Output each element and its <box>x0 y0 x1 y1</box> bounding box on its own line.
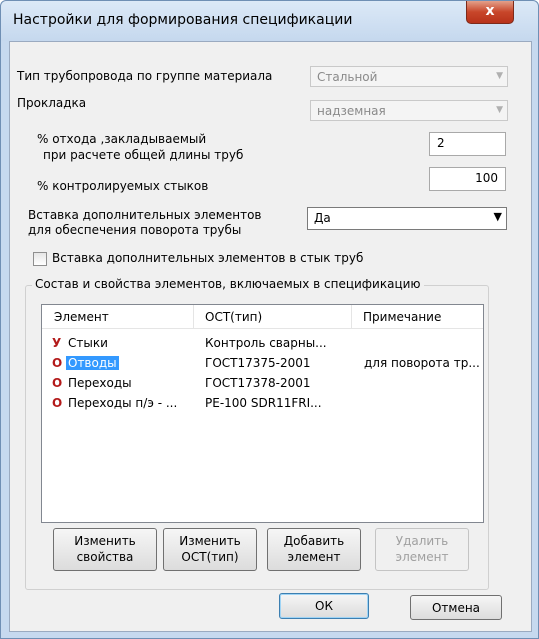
element-icon: У <box>52 336 62 350</box>
button-line: элемент <box>395 550 449 564</box>
button-line: ОСТ(тип) <box>181 550 239 564</box>
ok-button[interactable]: ОК <box>279 593 369 619</box>
element-ost: Контроль сварны... <box>205 336 327 350</box>
list-item[interactable]: O Переходы ГОСТ17378-2001 <box>42 374 483 393</box>
column-divider[interactable] <box>193 305 194 328</box>
insert-label-line2: для обеспечения поворота трубы <box>28 223 242 237</box>
chevron-down-icon: ▼ <box>496 105 503 115</box>
button-line: Удалить <box>395 534 449 548</box>
edit-ost-button[interactable]: Изменить ОСТ(тип) <box>163 528 257 571</box>
insert-elements-select[interactable]: Да ▼ <box>307 207 507 230</box>
waste-label-line1: % отхода ,закладываемый <box>37 132 207 146</box>
delete-element-button[interactable]: Удалить элемент <box>375 528 469 571</box>
column-divider[interactable] <box>351 305 352 328</box>
elements-group-legend: Состав и свойства элементов, включаемых … <box>32 277 424 291</box>
list-item[interactable]: У Стыки Контроль сварны... <box>42 334 483 353</box>
element-ost: ГОСТ17378-2001 <box>205 376 311 390</box>
pipe-type-label: Тип трубопровода по группе материала <box>17 69 273 83</box>
insert-value: Да <box>314 211 331 225</box>
pipe-type-combo: Стальной ▼ <box>310 66 508 87</box>
add-element-button[interactable]: Добавить элемент <box>267 528 361 571</box>
joints-label: % контролируемых стыков <box>37 179 209 193</box>
element-icon: O <box>52 356 63 370</box>
list-item[interactable]: O Отводы ГОСТ17375-2001 для поворота тр.… <box>42 354 483 373</box>
button-line: Изменить <box>179 534 241 548</box>
laying-combo: надземная ▼ <box>310 100 508 121</box>
element-name: Переходы <box>68 376 132 390</box>
joints-percent-input[interactable]: 100 <box>429 167 506 191</box>
column-header-note[interactable]: Примечание <box>363 310 441 324</box>
chevron-down-icon: ▼ <box>493 210 502 223</box>
laying-label: Прокладка <box>17 96 87 110</box>
button-line: элемент <box>287 550 341 564</box>
element-note: для поворота тр... <box>364 356 480 370</box>
close-button[interactable]: x <box>466 1 514 24</box>
column-header-ost[interactable]: ОСТ(тип) <box>205 310 262 324</box>
edit-properties-button[interactable]: Изменить свойства <box>53 528 157 571</box>
column-header-element[interactable]: Элемент <box>54 310 109 324</box>
insert-label-line1: Вставка дополнительных элементов <box>28 208 262 222</box>
insert-in-joint-checkbox[interactable] <box>33 252 47 266</box>
list-item[interactable]: O Переходы п/э - ... PE-100 SDR11FRI... <box>42 394 483 413</box>
insert-in-joint-label: Вставка дополнительных элементов в стык … <box>52 251 364 265</box>
list-header: Элемент ОСТ(тип) Примечание <box>42 305 483 329</box>
dialog-title: Настройки для формирования спецификации <box>13 12 353 28</box>
element-ost: ГОСТ17375-2001 <box>205 356 311 370</box>
pipe-type-value: Стальной <box>317 70 378 84</box>
waste-label-line2: при расчете общей длины труб <box>43 148 244 162</box>
waste-percent-input[interactable]: 2 <box>429 132 506 156</box>
element-ost: PE-100 SDR11FRI... <box>205 396 322 410</box>
element-name: Переходы п/э - ... <box>68 396 178 410</box>
cancel-button[interactable]: Отмена <box>410 595 502 620</box>
button-line: Добавить <box>283 534 345 548</box>
element-name: Стыки <box>68 336 108 350</box>
dialog-window: Настройки для формирования спецификации … <box>0 0 539 639</box>
title-bar[interactable]: Настройки для формирования спецификации … <box>1 1 538 41</box>
element-icon: O <box>52 396 63 410</box>
laying-value: надземная <box>317 104 386 118</box>
element-name: Отводы <box>66 356 119 370</box>
elements-list[interactable]: Элемент ОСТ(тип) Примечание У Стыки Конт… <box>41 304 484 523</box>
element-icon: O <box>52 376 63 390</box>
button-line: свойства <box>76 550 134 564</box>
chevron-down-icon: ▼ <box>496 71 503 81</box>
button-line: Изменить <box>74 534 136 548</box>
